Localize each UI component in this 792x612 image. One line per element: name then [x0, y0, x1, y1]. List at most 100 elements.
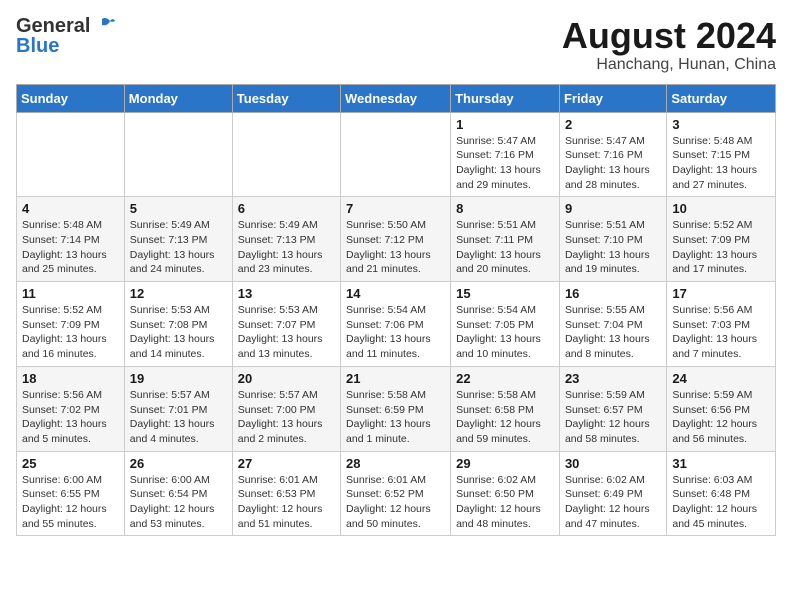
- day-info: Sunrise: 5:55 AM Sunset: 7:04 PM Dayligh…: [565, 303, 661, 362]
- day-number: 13: [238, 286, 335, 301]
- day-number: 6: [238, 201, 335, 216]
- day-info: Sunrise: 5:49 AM Sunset: 7:13 PM Dayligh…: [238, 218, 335, 277]
- day-number: 20: [238, 371, 335, 386]
- days-of-week-row: SundayMondayTuesdayWednesdayThursdayFrid…: [17, 84, 776, 112]
- day-info: Sunrise: 5:51 AM Sunset: 7:10 PM Dayligh…: [565, 218, 661, 277]
- calendar-cell: 11 Sunrise: 5:52 AM Sunset: 7:09 PM Dayli…: [17, 282, 125, 367]
- logo-general-text: General: [16, 16, 90, 36]
- logo: General Blue: [16, 16, 116, 56]
- day-header-saturday: Saturday: [667, 84, 776, 112]
- day-info: Sunrise: 5:49 AM Sunset: 7:13 PM Dayligh…: [130, 218, 227, 277]
- day-info: Sunrise: 6:02 AM Sunset: 6:50 PM Dayligh…: [456, 473, 554, 532]
- calendar-cell: 5Sunrise: 5:49 AM Sunset: 7:13 PM Daylig…: [124, 197, 232, 282]
- day-header-tuesday: Tuesday: [232, 84, 340, 112]
- day-number: 21: [346, 371, 445, 386]
- title-block: August 2024 Hanchang, Hunan, China: [562, 16, 776, 74]
- day-info: Sunrise: 6:00 AM Sunset: 6:54 PM Dayligh…: [130, 473, 227, 532]
- calendar-cell: [341, 112, 451, 197]
- day-info: Sunrise: 5:59 AM Sunset: 6:56 PM Dayligh…: [672, 388, 770, 447]
- day-info: Sunrise: 5:51 AM Sunset: 7:11 PM Dayligh…: [456, 218, 554, 277]
- calendar-cell: 23 Sunrise: 5:59 AM Sunset: 6:57 PM Dayli…: [559, 366, 666, 451]
- calendar-cell: 21Sunrise: 5:58 AM Sunset: 6:59 PM Dayli…: [341, 366, 451, 451]
- calendar-cell: 8 Sunrise: 5:51 AM Sunset: 7:11 PM Daylig…: [451, 197, 560, 282]
- calendar-cell: [232, 112, 340, 197]
- day-number: 27: [238, 456, 335, 471]
- day-info: Sunrise: 6:02 AM Sunset: 6:49 PM Dayligh…: [565, 473, 661, 532]
- day-number: 4: [22, 201, 119, 216]
- day-info: Sunrise: 6:01 AM Sunset: 6:53 PM Dayligh…: [238, 473, 335, 532]
- calendar-cell: 4 Sunrise: 5:48 AM Sunset: 7:14 PM Daylig…: [17, 197, 125, 282]
- day-info: Sunrise: 5:57 AM Sunset: 7:00 PM Dayligh…: [238, 388, 335, 447]
- calendar-cell: 9 Sunrise: 5:51 AM Sunset: 7:10 PM Daylig…: [559, 197, 666, 282]
- day-info: Sunrise: 5:59 AM Sunset: 6:57 PM Dayligh…: [565, 388, 661, 447]
- day-number: 2: [565, 117, 661, 132]
- day-number: 8: [456, 201, 554, 216]
- calendar-cell: 14 Sunrise: 5:54 AM Sunset: 7:06 PM Dayli…: [341, 282, 451, 367]
- day-info: Sunrise: 5:47 AM Sunset: 7:16 PM Dayligh…: [456, 134, 554, 193]
- calendar-cell: 7Sunrise: 5:50 AM Sunset: 7:12 PM Daylig…: [341, 197, 451, 282]
- calendar-cell: 10Sunrise: 5:52 AM Sunset: 7:09 PM Dayli…: [667, 197, 776, 282]
- day-info: Sunrise: 5:52 AM Sunset: 7:09 PM Dayligh…: [22, 303, 119, 362]
- calendar-cell: 6 Sunrise: 5:49 AM Sunset: 7:13 PM Daylig…: [232, 197, 340, 282]
- day-info: Sunrise: 5:54 AM Sunset: 7:06 PM Dayligh…: [346, 303, 445, 362]
- calendar-cell: 29 Sunrise: 6:02 AM Sunset: 6:50 PM Dayli…: [451, 451, 560, 536]
- calendar-cell: 3Sunrise: 5:48 AM Sunset: 7:15 PM Daylig…: [667, 112, 776, 197]
- day-info: Sunrise: 5:53 AM Sunset: 7:08 PM Dayligh…: [130, 303, 227, 362]
- day-number: 25: [22, 456, 119, 471]
- calendar-week-1: 1 Sunrise: 5:47 AM Sunset: 7:16 PM Daylig…: [17, 112, 776, 197]
- day-info: Sunrise: 5:56 AM Sunset: 7:02 PM Dayligh…: [22, 388, 119, 447]
- calendar-cell: 25Sunrise: 6:00 AM Sunset: 6:55 PM Dayli…: [17, 451, 125, 536]
- day-number: 15: [456, 286, 554, 301]
- day-number: 26: [130, 456, 227, 471]
- day-header-monday: Monday: [124, 84, 232, 112]
- day-number: 19: [130, 371, 227, 386]
- day-info: Sunrise: 5:47 AM Sunset: 7:16 PM Dayligh…: [565, 134, 661, 193]
- calendar-week-4: 18 Sunrise: 5:56 AM Sunset: 7:02 PM Dayli…: [17, 366, 776, 451]
- calendar-cell: 17 Sunrise: 5:56 AM Sunset: 7:03 PM Dayli…: [667, 282, 776, 367]
- calendar-cell: 18 Sunrise: 5:56 AM Sunset: 7:02 PM Dayli…: [17, 366, 125, 451]
- calendar-cell: 12 Sunrise: 5:53 AM Sunset: 7:08 PM Dayli…: [124, 282, 232, 367]
- calendar-cell: 15 Sunrise: 5:54 AM Sunset: 7:05 PM Dayli…: [451, 282, 560, 367]
- day-info: Sunrise: 5:53 AM Sunset: 7:07 PM Dayligh…: [238, 303, 335, 362]
- day-number: 23: [565, 371, 661, 386]
- day-number: 14: [346, 286, 445, 301]
- day-info: Sunrise: 5:57 AM Sunset: 7:01 PM Dayligh…: [130, 388, 227, 447]
- calendar-cell: 13 Sunrise: 5:53 AM Sunset: 7:07 PM Dayli…: [232, 282, 340, 367]
- calendar-cell: 16 Sunrise: 5:55 AM Sunset: 7:04 PM Dayli…: [559, 282, 666, 367]
- calendar-cell: [17, 112, 125, 197]
- day-number: 17: [672, 286, 770, 301]
- day-number: 9: [565, 201, 661, 216]
- day-info: Sunrise: 6:03 AM Sunset: 6:48 PM Dayligh…: [672, 473, 770, 532]
- day-number: 31: [672, 456, 770, 471]
- day-number: 11: [22, 286, 119, 301]
- day-number: 28: [346, 456, 445, 471]
- page-subtitle: Hanchang, Hunan, China: [562, 56, 776, 74]
- day-info: Sunrise: 5:48 AM Sunset: 7:14 PM Dayligh…: [22, 218, 119, 277]
- day-header-friday: Friday: [559, 84, 666, 112]
- day-number: 29: [456, 456, 554, 471]
- day-info: Sunrise: 5:56 AM Sunset: 7:03 PM Dayligh…: [672, 303, 770, 362]
- day-number: 18: [22, 371, 119, 386]
- day-info: Sunrise: 6:01 AM Sunset: 6:52 PM Dayligh…: [346, 473, 445, 532]
- page-header: General Blue August 2024 Hanchang, Hunan…: [16, 16, 776, 74]
- day-info: Sunrise: 5:50 AM Sunset: 7:12 PM Dayligh…: [346, 218, 445, 277]
- day-number: 24: [672, 371, 770, 386]
- calendar-cell: [124, 112, 232, 197]
- day-info: Sunrise: 5:48 AM Sunset: 7:15 PM Dayligh…: [672, 134, 770, 193]
- day-info: Sunrise: 5:54 AM Sunset: 7:05 PM Dayligh…: [456, 303, 554, 362]
- calendar-table: SundayMondayTuesdayWednesdayThursdayFrid…: [16, 84, 776, 537]
- day-number: 10: [672, 201, 770, 216]
- page-title: August 2024: [562, 16, 776, 56]
- day-number: 12: [130, 286, 227, 301]
- day-number: 1: [456, 117, 554, 132]
- day-number: 16: [565, 286, 661, 301]
- calendar-cell: 1 Sunrise: 5:47 AM Sunset: 7:16 PM Daylig…: [451, 112, 560, 197]
- day-number: 30: [565, 456, 661, 471]
- calendar-cell: 28 Sunrise: 6:01 AM Sunset: 6:52 PM Dayli…: [341, 451, 451, 536]
- calendar-body: 1 Sunrise: 5:47 AM Sunset: 7:16 PM Daylig…: [17, 112, 776, 536]
- day-info: Sunrise: 5:58 AM Sunset: 6:58 PM Dayligh…: [456, 388, 554, 447]
- calendar-cell: 30 Sunrise: 6:02 AM Sunset: 6:49 PM Dayli…: [559, 451, 666, 536]
- day-header-thursday: Thursday: [451, 84, 560, 112]
- logo-bird-icon: [94, 17, 116, 35]
- calendar-cell: 27 Sunrise: 6:01 AM Sunset: 6:53 PM Dayli…: [232, 451, 340, 536]
